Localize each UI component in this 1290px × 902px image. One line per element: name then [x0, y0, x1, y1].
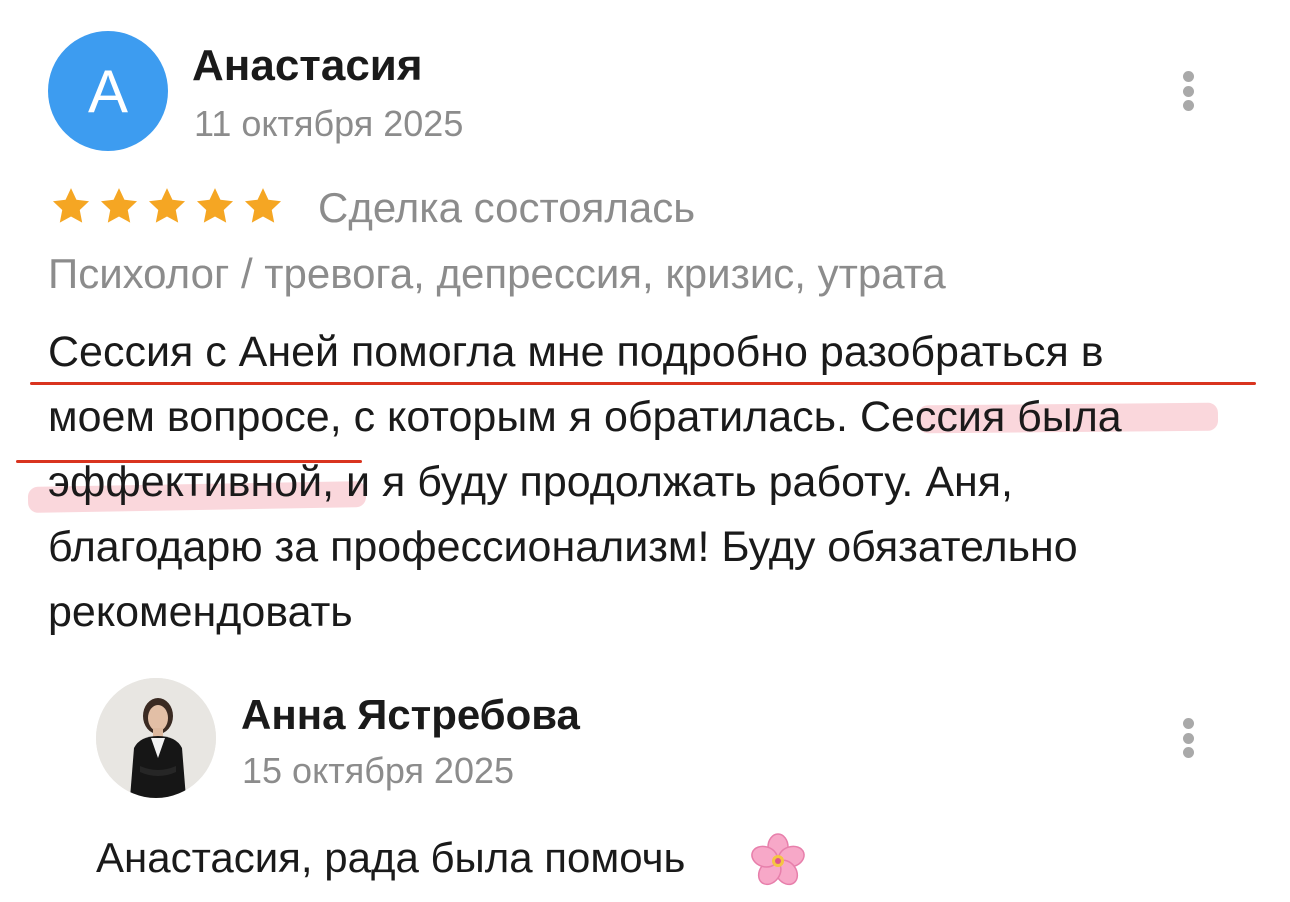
annotation-underline — [16, 460, 362, 463]
star-icon — [196, 188, 234, 223]
star-icon — [100, 188, 138, 223]
person-photo-icon — [96, 678, 216, 798]
review-author-name[interactable]: Анастасия — [192, 40, 423, 92]
service-category: Психолог / тревога, депрессия, кризис, у… — [48, 250, 946, 297]
cherry-blossom-icon — [751, 833, 805, 886]
more-vertical-icon[interactable] — [1176, 71, 1200, 111]
star-icon — [148, 188, 186, 223]
reply-author-name[interactable]: Анна Ястребова — [241, 690, 580, 740]
star-icon — [244, 188, 282, 223]
star-icon — [52, 188, 90, 223]
review-date: 11 октября 2025 — [194, 103, 464, 144]
reply-text: Анастасия, рада была помочь — [96, 834, 686, 881]
more-vertical-icon[interactable] — [1176, 718, 1200, 758]
avatar[interactable]: А — [48, 31, 168, 151]
reply-date: 15 октября 2025 — [242, 750, 515, 791]
review-text: Сессия с Аней помогла мне подробно разоб… — [48, 320, 1248, 645]
star-rating — [50, 185, 284, 227]
deal-status-label: Сделка состоялась — [318, 184, 696, 231]
annotation-underline — [30, 382, 1256, 385]
reply-avatar[interactable] — [96, 678, 216, 798]
